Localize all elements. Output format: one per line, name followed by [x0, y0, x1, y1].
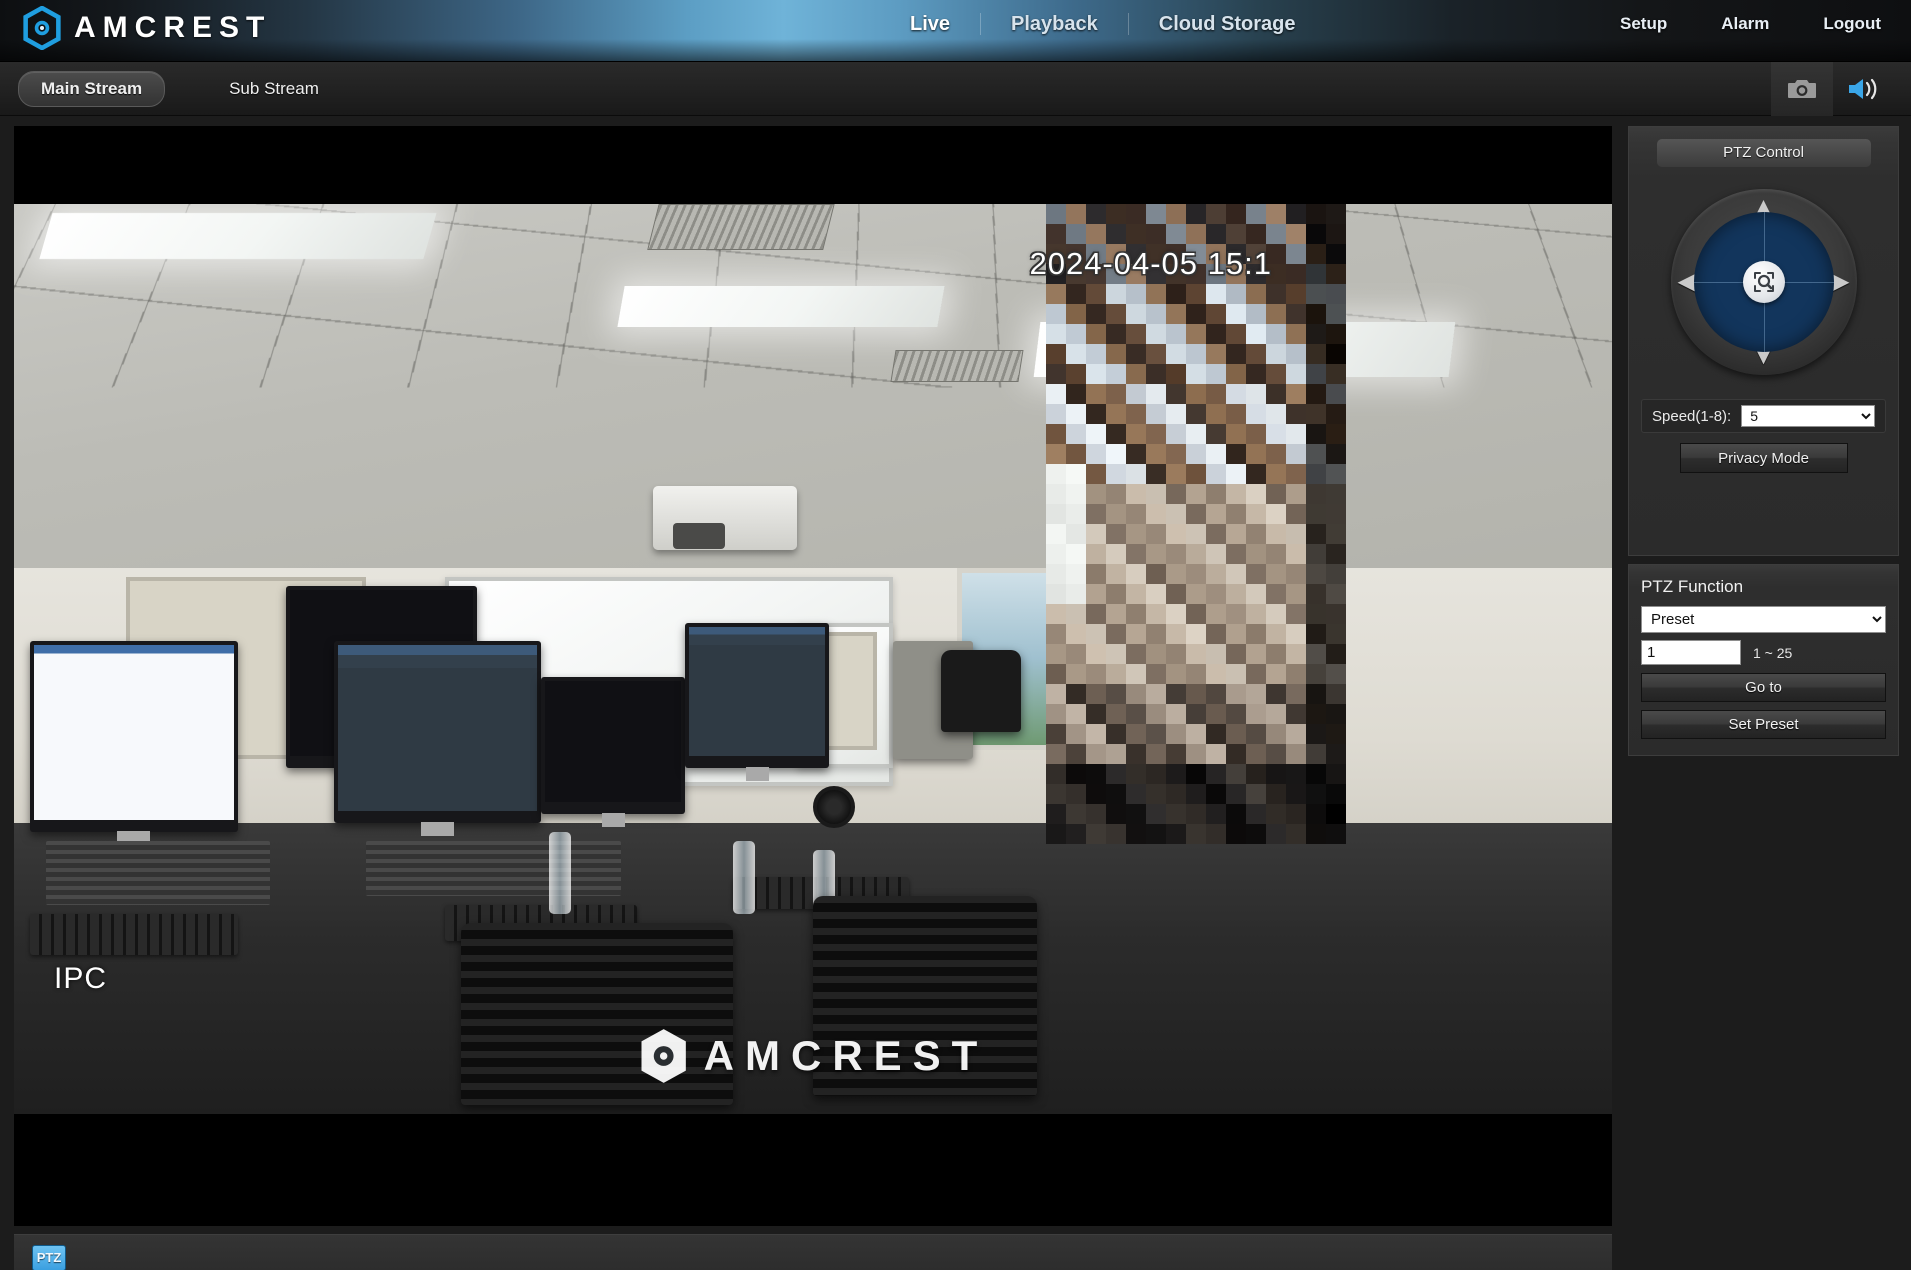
- scene-monitor: [685, 622, 829, 782]
- ptz-control-title: PTZ Control: [1656, 139, 1871, 167]
- scene-bottle: [733, 841, 756, 914]
- ptz-function-panel: PTZ Function Preset 1 ~ 25 Go to Set Pre…: [1628, 564, 1899, 756]
- nav-link-setup[interactable]: Setup: [1620, 14, 1667, 34]
- nav-link-alarm[interactable]: Alarm: [1721, 14, 1769, 34]
- ptz-speed-select[interactable]: 5: [1741, 405, 1875, 427]
- nav-link-playback[interactable]: Playback: [981, 13, 1128, 36]
- scene-pc-tower: [365, 841, 622, 896]
- scene-keyboard: [29, 913, 238, 955]
- nav-link-logout[interactable]: Logout: [1823, 14, 1881, 34]
- nav-link-cloud-storage[interactable]: Cloud Storage: [1129, 13, 1326, 36]
- tab-main-stream[interactable]: Main Stream: [18, 70, 166, 107]
- ptz-toggle-button[interactable]: PTZ: [32, 1244, 66, 1270]
- nav-link-live[interactable]: Live: [880, 13, 980, 36]
- ptz-function-select[interactable]: Preset: [1641, 606, 1886, 633]
- scene-monitor: [29, 640, 238, 845]
- ptz-function-title: PTZ Function: [1641, 577, 1744, 596]
- osd-watermark-text: AMCREST: [703, 1032, 989, 1079]
- privacy-mask-region: [1046, 204, 1346, 844]
- scene-monitor: [333, 640, 542, 836]
- scene-chair: [940, 649, 1021, 732]
- scene-pc-tower: [45, 841, 270, 905]
- osd-channel-name: IPC: [54, 962, 108, 995]
- ptz-preset-range-label: 1 ~ 25: [1753, 644, 1793, 661]
- scene-air-vent: [647, 204, 835, 250]
- player-toolbar: PTZ: [14, 1234, 1612, 1270]
- ptz-right-icon[interactable]: ▶: [1831, 270, 1849, 294]
- scene-projector: [653, 486, 797, 550]
- ptz-control-panel: PTZ Control ▲ ▼ ◀ ▶ Speed(1-8): 5 Privac…: [1628, 126, 1899, 556]
- ptz-preset-input[interactable]: [1641, 640, 1741, 665]
- snapshot-button[interactable]: [1771, 62, 1833, 116]
- osd-watermark: AMCREST: [638, 1028, 989, 1084]
- amcrest-hexagon-logo-icon: [23, 6, 61, 50]
- app-header: AMCREST Live Playback Cloud Storage Setu…: [0, 0, 1911, 62]
- ptz-preset-row: 1 ~ 25: [1641, 640, 1886, 665]
- account-navigation: Setup Alarm Logout: [1620, 0, 1881, 48]
- osd-timestamp: 2024-04-05 15:1: [1029, 246, 1272, 281]
- ptz-speed-row: Speed(1-8): 5: [1641, 399, 1886, 433]
- speaker-icon: [1849, 78, 1877, 100]
- scene-light-fixture: [617, 285, 945, 327]
- scene-light-fixture: [39, 213, 436, 259]
- privacy-mode-button[interactable]: Privacy Mode: [1679, 443, 1848, 473]
- ptz-joystick[interactable]: [1693, 212, 1834, 352]
- audio-button[interactable]: [1833, 62, 1895, 116]
- tab-sub-stream[interactable]: Sub Stream: [207, 72, 341, 106]
- camera-icon: [1788, 80, 1816, 98]
- ptz-speed-label: Speed(1-8):: [1652, 407, 1732, 425]
- brand-text: AMCREST: [74, 11, 272, 44]
- scene-air-vent: [890, 349, 1024, 382]
- amcrest-hexagon-logo-icon: [641, 1029, 686, 1083]
- ptz-dpad[interactable]: ▲ ▼ ◀ ▶: [1670, 189, 1857, 375]
- ptz-sidebar: PTZ Control ▲ ▼ ◀ ▶ Speed(1-8): 5 Privac…: [1628, 126, 1899, 1226]
- ptz-set-preset-button[interactable]: Set Preset: [1641, 710, 1886, 739]
- video-player[interactable]: 2024-04-05 15:1 IPC AMCREST: [14, 126, 1612, 1226]
- stream-toolbar-actions: [1771, 62, 1895, 116]
- stream-toolbar: Main Stream Sub Stream: [0, 62, 1911, 116]
- zoom-area-icon: [1753, 272, 1774, 292]
- ptz-zoom-area-button[interactable]: [1742, 261, 1785, 303]
- video-canvas[interactable]: 2024-04-05 15:1 IPC AMCREST: [14, 204, 1612, 1114]
- main-area: 2024-04-05 15:1 IPC AMCREST PTZ PTZ Cont…: [0, 116, 1911, 1270]
- main-navigation: Live Playback Cloud Storage: [880, 0, 1325, 48]
- scene-monitor: [541, 677, 686, 827]
- scene-ceiling: [14, 204, 1612, 587]
- scene-bottle: [549, 831, 572, 914]
- brand: AMCREST: [22, 6, 271, 50]
- ptz-goto-button[interactable]: Go to: [1641, 673, 1886, 702]
